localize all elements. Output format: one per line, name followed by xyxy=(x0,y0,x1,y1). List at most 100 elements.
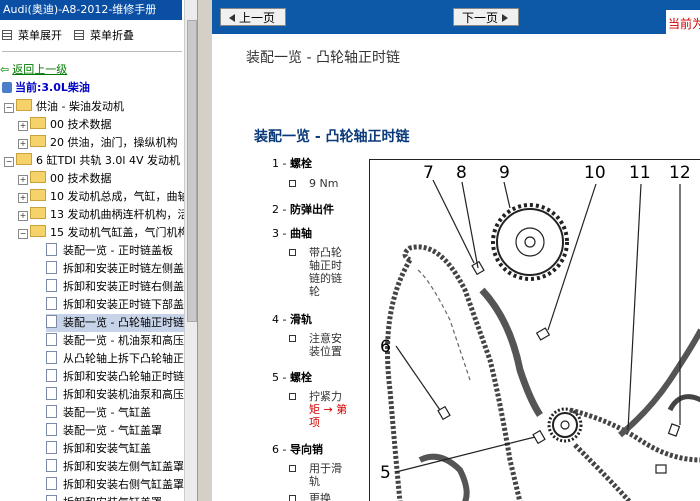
tree-folder-item[interactable]: +10 发动机总成，气缸，曲轴 xyxy=(18,188,189,206)
diagram-label-6: 6 xyxy=(380,337,391,357)
bullet-icon xyxy=(289,465,296,472)
torque-link[interactable]: 矩 → 第 xyxy=(309,403,347,416)
document-icon xyxy=(46,243,57,256)
legend-item-1: 1 - 螺栓 xyxy=(272,157,312,170)
collapse-toggle-icon[interactable]: − xyxy=(4,157,14,167)
tree-document-item[interactable]: 装配一览 - 气缸盖 xyxy=(46,404,151,422)
legend-4-detail: 注意安 装位置 xyxy=(289,332,342,358)
document-icon xyxy=(46,315,57,328)
divider xyxy=(2,51,182,52)
expand-toggle-icon[interactable]: + xyxy=(18,175,28,185)
legend-item-4: 4 - 滑轨 xyxy=(272,313,312,326)
page-title: 装配一览 - 凸轮轴正时链 xyxy=(246,50,400,66)
back-link[interactable]: ⇦ 返回上一级 xyxy=(0,61,67,79)
current-location: 当前:3.0L柴油 xyxy=(2,79,90,97)
tree-document-item[interactable]: 拆卸和安装机油泵和高压 xyxy=(46,386,184,404)
folder-icon xyxy=(30,135,46,147)
document-icon xyxy=(46,351,57,364)
previous-page-button[interactable]: 上一页 xyxy=(220,8,286,26)
current-page-indicator: 当前为 xyxy=(666,10,700,38)
pane-splitter[interactable] xyxy=(197,0,213,501)
tree-document-item[interactable]: 拆卸和安装正时链右侧盖 xyxy=(46,278,184,296)
document-icon xyxy=(46,441,57,454)
tree-document-item[interactable]: 拆卸和安装凸轮轴正时链 xyxy=(46,368,184,386)
diagram-label-7: 7 xyxy=(423,163,434,183)
tree-document-item[interactable]: 装配一览 - 机油泵和高压 xyxy=(46,332,184,350)
menu-bar: 菜单展开 菜单折叠 xyxy=(0,24,190,44)
legend-item-3: 3 - 曲轴 xyxy=(272,227,312,240)
collapse-toggle-icon[interactable]: − xyxy=(4,103,14,113)
document-icon xyxy=(46,405,57,418)
legend-item-6: 6 - 导向销 xyxy=(272,443,323,456)
tree-document-item[interactable]: 拆卸和安装左侧气缸盖罩 xyxy=(46,458,184,476)
expand-toggle-icon[interactable]: + xyxy=(18,211,28,221)
legend-6-detail-2: 更换 xyxy=(289,492,331,501)
tree-document-item[interactable]: 装配一览 - 气缸盖罩 xyxy=(46,422,162,440)
content-pane: 上一页 下一页 当前为 装配一览 - 凸轮轴正时链 装配一览 - 凸轮轴正时链 … xyxy=(212,0,700,501)
document-icon xyxy=(46,495,57,501)
folder-icon xyxy=(30,117,46,129)
collapse-toggle-icon[interactable]: − xyxy=(18,229,28,239)
bullet-icon xyxy=(289,393,296,400)
diagram-label-10: 10 xyxy=(584,163,606,183)
expand-menu-button[interactable]: 菜单展开 xyxy=(2,27,62,43)
legend-5-detail: 拧紧力矩 → 第项 xyxy=(289,390,347,429)
diagram-drawing: 7 8 9 10 11 12 6 5 xyxy=(380,163,700,501)
document-icon xyxy=(46,261,57,274)
list-icon xyxy=(74,30,84,40)
bullet-icon xyxy=(289,335,296,342)
bullet-icon xyxy=(289,495,296,501)
tree-folder-item[interactable]: −15 发动机气缸盖，气门机构 xyxy=(18,224,189,242)
document-icon xyxy=(46,297,57,310)
diagram-label-11: 11 xyxy=(629,163,651,183)
tree-folder-item[interactable]: −6 缸TDI 共轨 3.0l 4V 发动机 xyxy=(4,152,180,170)
bullet-icon xyxy=(289,249,296,256)
legend-item-2: 2 - 防弹出件 xyxy=(272,203,334,216)
folder-icon xyxy=(30,171,46,183)
timing-chain-diagram: 7 8 9 10 11 12 6 5 xyxy=(369,159,700,501)
scrollbar-thumb[interactable] xyxy=(187,20,197,322)
tree-folder-item[interactable]: − 供油 - 柴油发动机 xyxy=(4,98,124,116)
expand-toggle-icon[interactable]: + xyxy=(18,193,28,203)
arrow-left-icon xyxy=(229,14,235,22)
diagram-label-9: 9 xyxy=(499,163,510,183)
tree-document-item[interactable]: 拆卸和安装气缸盖 xyxy=(46,440,151,458)
legend-3-detail: 带凸轮 轴正时 链的链轮 xyxy=(289,246,342,298)
document-icon xyxy=(46,279,57,292)
collapse-menu-button[interactable]: 菜单折叠 xyxy=(74,27,134,43)
window-title: Audi(奥迪)-A8-2012-维修手册 xyxy=(0,0,182,20)
document-icon xyxy=(46,459,57,472)
diagram-label-5: 5 xyxy=(380,463,391,483)
diagram-label-8: 8 xyxy=(456,163,467,183)
legend-item-5: 5 - 螺栓 xyxy=(272,371,312,384)
page-navigation-bar: 上一页 下一页 当前为 xyxy=(212,0,700,38)
document-icon xyxy=(46,369,57,382)
legend-1-detail: 9 Nm xyxy=(289,177,338,190)
legend-6-detail: 用于滑轨 xyxy=(289,462,342,488)
expand-toggle-icon[interactable]: + xyxy=(18,121,28,131)
expand-toggle-icon[interactable]: + xyxy=(18,139,28,149)
tree-folder-item[interactable]: +13 发动机曲柄连杆机构，活 xyxy=(18,206,189,224)
bullet-icon xyxy=(289,180,296,187)
tree-folder-item[interactable]: +20 供油，油门，操纵机构 xyxy=(18,134,178,152)
tree-document-item[interactable]: 拆卸和安装右侧气缸盖罩 xyxy=(46,476,184,494)
tree-document-item[interactable]: 装配一览 - 正时链盖板 xyxy=(46,242,173,260)
next-page-button[interactable]: 下一页 xyxy=(453,8,519,26)
folder-icon xyxy=(16,153,32,165)
tree-document-item[interactable]: 拆卸和安装气缸盖罩 xyxy=(46,494,162,501)
document-icon xyxy=(46,477,57,490)
navigation-pane: Audi(奥迪)-A8-2012-维修手册 菜单展开 菜单折叠 ⇦ 返回上一级 当前… xyxy=(0,0,197,501)
tree-folder-item[interactable]: +00 技术数据 xyxy=(18,170,112,188)
tree-document-item[interactable]: 从凸轮轴上拆下凸轮轴正时 xyxy=(46,350,195,368)
folder-icon xyxy=(30,189,46,201)
tree-folder-item[interactable]: +00 技术数据 xyxy=(18,116,112,134)
scrollbar[interactable] xyxy=(184,0,197,501)
document-icon xyxy=(46,333,57,346)
tree-document-item[interactable]: 拆卸和安装正时链左侧盖 xyxy=(46,260,184,278)
list-icon xyxy=(2,30,12,40)
document-icon xyxy=(46,423,57,436)
section-title: 装配一览 - 凸轮轴正时链 xyxy=(254,129,410,145)
tree-document-item[interactable]: 拆卸和安装正时链下部盖 xyxy=(46,296,184,314)
tree-document-item-selected[interactable]: 装配一览 - 凸轮轴正时链 xyxy=(46,314,184,332)
folder-icon xyxy=(16,99,32,111)
